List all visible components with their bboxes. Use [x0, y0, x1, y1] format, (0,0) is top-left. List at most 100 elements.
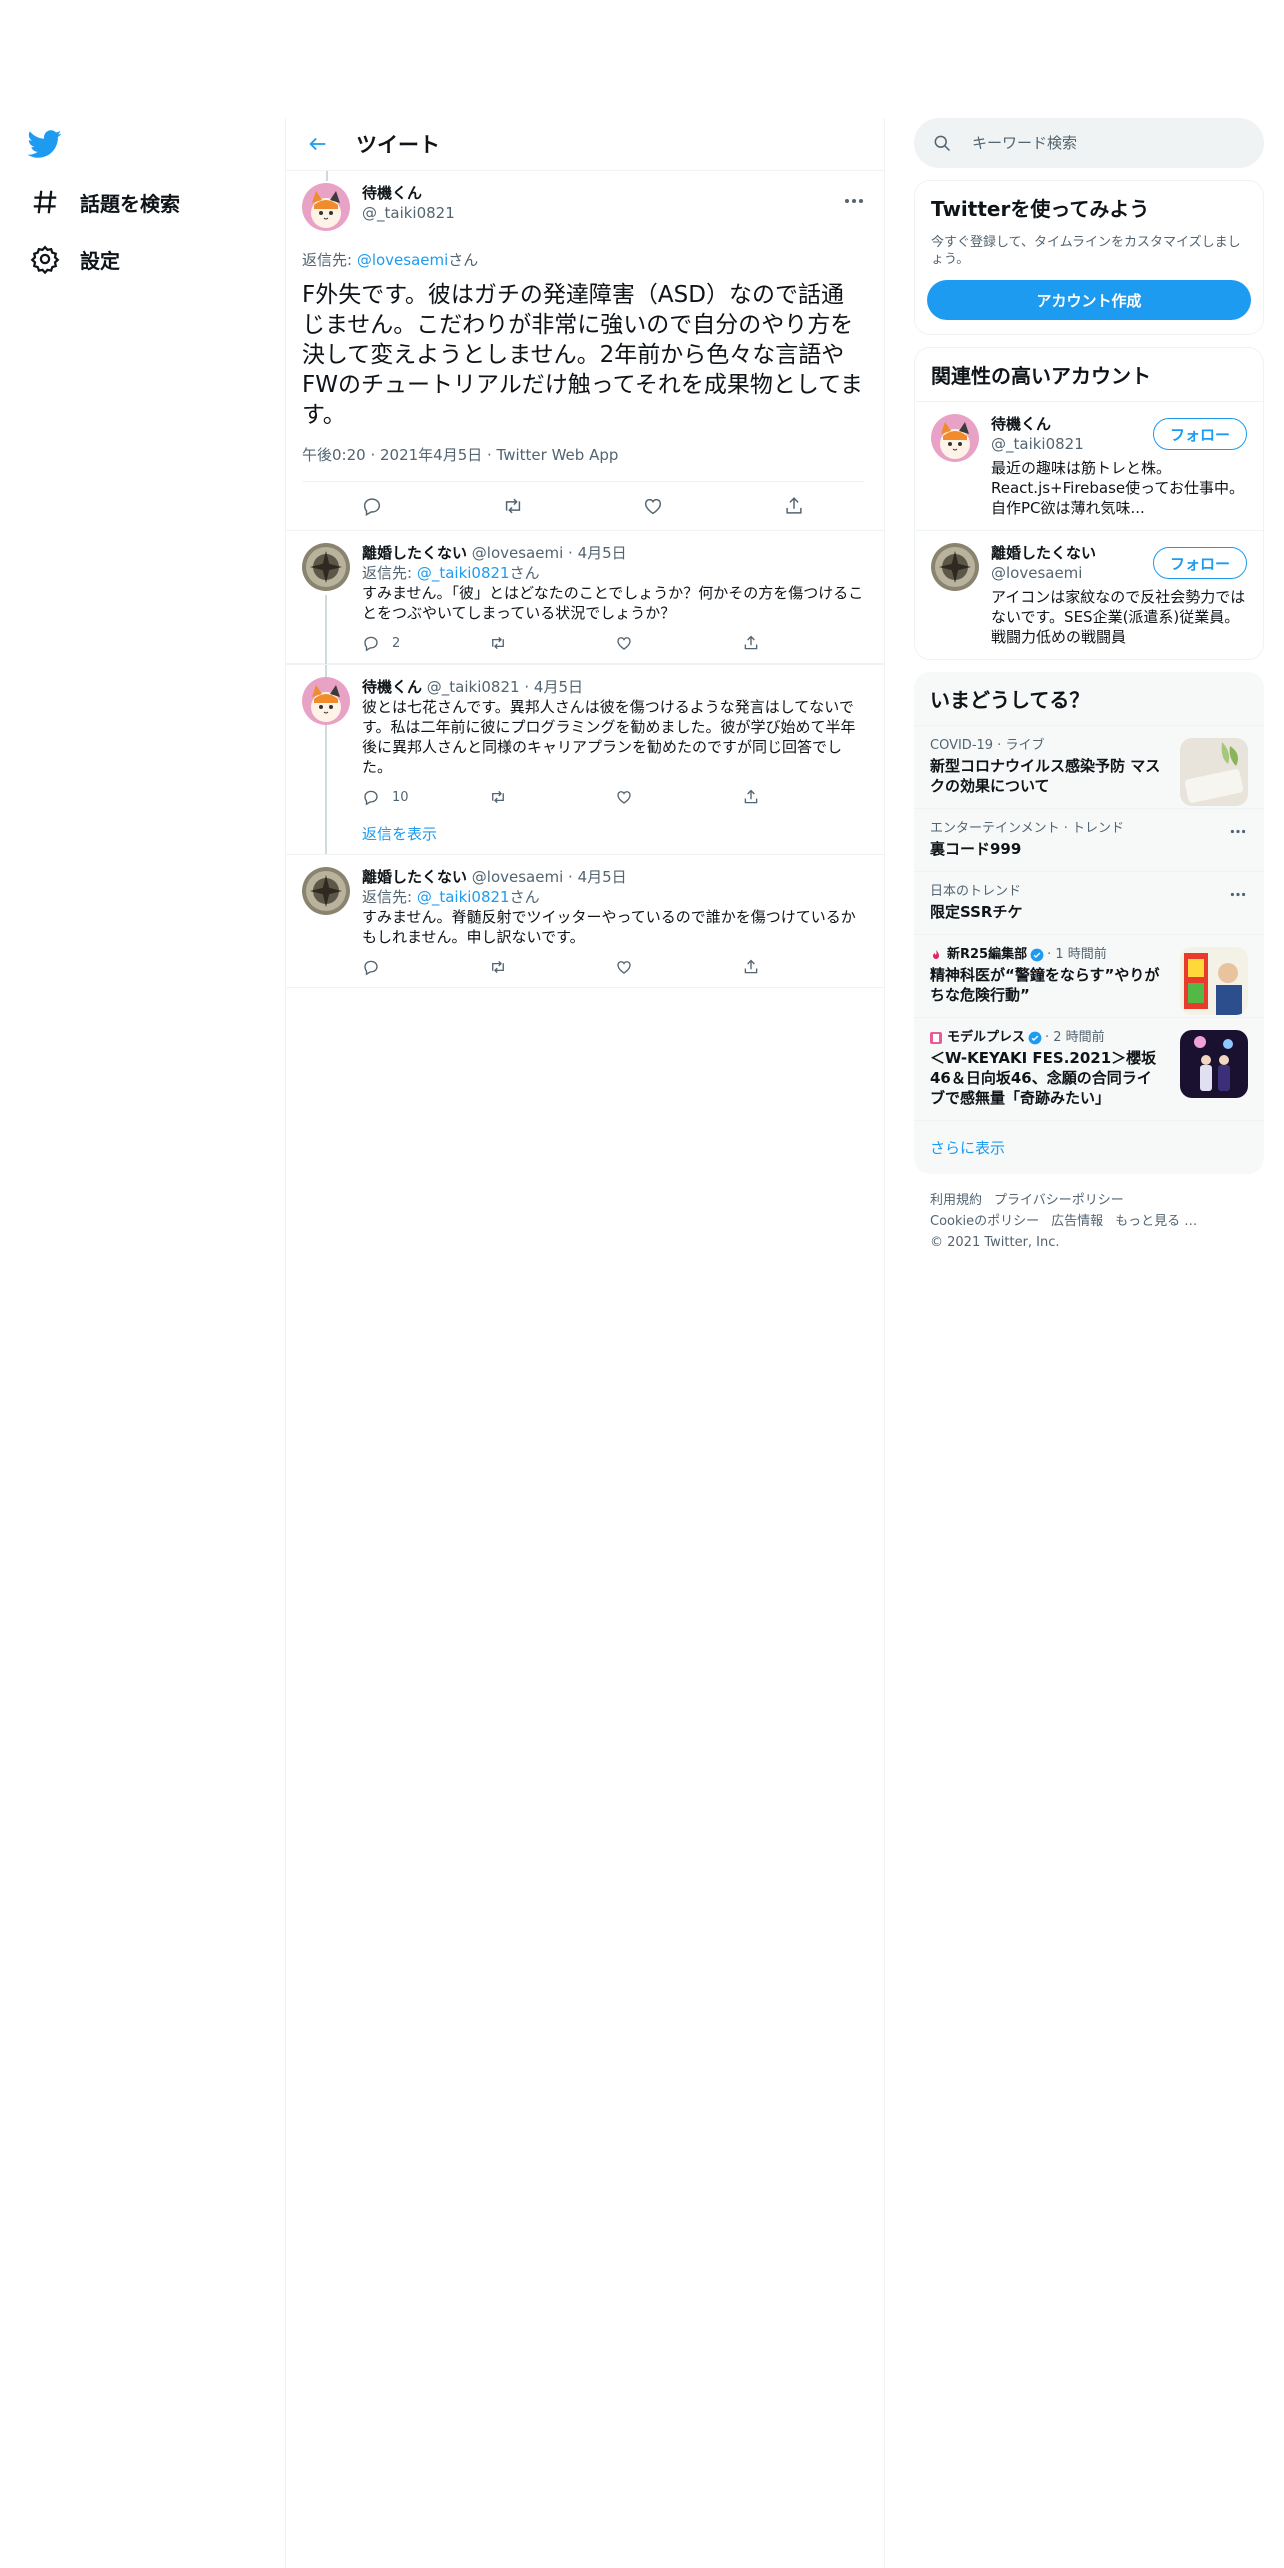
- modelpress-icon: [930, 1032, 942, 1044]
- avatar[interactable]: [302, 867, 350, 915]
- reply-to-suffix: さん: [509, 564, 540, 582]
- reply-to: 返信先: @_taiki0821さん: [362, 887, 864, 907]
- search-input[interactable]: [972, 134, 1212, 152]
- like-button[interactable]: [615, 788, 675, 806]
- twitter-logo-icon[interactable]: [28, 127, 64, 163]
- more-dots-icon: [1230, 829, 1246, 834]
- reply-icon: [362, 634, 380, 652]
- trend-thumbnail: [1180, 1030, 1248, 1098]
- join-subtitle: 今すぐ登録して、タイムラインをカスタマイズしましょう。: [931, 235, 1241, 267]
- author-handle[interactable]: @_taiki0821: [427, 678, 520, 696]
- retweet-button[interactable]: [489, 634, 549, 652]
- tweet-date[interactable]: · 4月5日: [568, 544, 627, 562]
- show-more-link[interactable]: さらに表示: [914, 1120, 1264, 1174]
- retweet-button[interactable]: [502, 495, 524, 517]
- like-button[interactable]: [615, 634, 675, 652]
- avatar[interactable]: [302, 543, 350, 591]
- trend-item[interactable]: COVID-19 · ライブ 新型コロナウイルス感染予防 マスクの効果について: [914, 725, 1264, 808]
- trend-meta: エンターテインメント · トレンド: [930, 821, 1125, 836]
- footer-link-ads[interactable]: 広告情報: [1051, 1214, 1103, 1229]
- nav-explore[interactable]: 話題を検索: [30, 178, 180, 226]
- like-button[interactable]: [615, 958, 675, 976]
- account-bio: アイコンは家紋なので反社会勢力ではないです。SES企業(派遣系)従業員。戦闘力低…: [991, 588, 1246, 646]
- reply-to-link[interactable]: @_taiki0821: [417, 888, 510, 906]
- footer-link-terms[interactable]: 利用規約: [930, 1193, 982, 1208]
- author-name[interactable]: 待機くん: [362, 678, 422, 696]
- thread-line: [326, 171, 328, 181]
- tweet-text: 彼とは七花さんです。異邦人さんは彼を傷つけるような発言はしてないです。私は二年前…: [362, 698, 856, 776]
- relevant-title: 関連性の高いアカウント: [931, 364, 1151, 388]
- account-item[interactable]: 離婚したくない @lovesaemi アイコンは家紋なので反社会勢力ではないです…: [915, 530, 1263, 659]
- reply-to-prefix: 返信先:: [362, 888, 417, 906]
- share-button[interactable]: [742, 958, 802, 976]
- tweet-actions: 10: [362, 777, 802, 817]
- show-replies-link[interactable]: 返信を表示: [286, 817, 884, 855]
- retweet-icon: [489, 958, 507, 976]
- tweet-date[interactable]: · 4月5日: [568, 868, 627, 886]
- tweet-meta[interactable]: 午後0:20 · 2021年4月5日 · Twitter Web App: [302, 444, 864, 482]
- follow-button[interactable]: フォロー: [1152, 547, 1247, 579]
- footer-link-more[interactable]: もっと見る …: [1115, 1214, 1197, 1229]
- account-item[interactable]: 待機くん @_taiki0821 最近の趣味は筋トレと株。React.js+Fi…: [915, 401, 1263, 530]
- more-options-button[interactable]: [842, 191, 866, 211]
- trend-item[interactable]: エンターテインメント · トレンド 裏コード999: [914, 808, 1264, 871]
- trend-thumbnail: [1180, 738, 1248, 806]
- reply-to-prefix: 返信先:: [302, 251, 357, 269]
- follow-button[interactable]: フォロー: [1152, 418, 1247, 450]
- reply-button[interactable]: [361, 495, 383, 517]
- tweet-actions: 2: [362, 623, 802, 663]
- nav-settings[interactable]: 設定: [30, 235, 120, 283]
- reply-to-suffix: さん: [448, 251, 479, 269]
- footer-link-cookies[interactable]: Cookieのポリシー: [930, 1214, 1039, 1229]
- reply-to-link[interactable]: @_taiki0821: [417, 564, 510, 582]
- trends-card: いまどうしてる？ COVID-19 · ライブ 新型コロナウイルス感染予防 マス…: [914, 672, 1264, 1174]
- author-handle[interactable]: @lovesaemi: [472, 868, 563, 886]
- more-options-button[interactable]: [1228, 821, 1248, 841]
- create-account-button[interactable]: アカウント作成: [927, 280, 1251, 320]
- reply-icon: [362, 788, 380, 806]
- avatar[interactable]: [931, 543, 979, 591]
- author-name[interactable]: 離婚したくない: [362, 868, 467, 886]
- trend-item[interactable]: モデルプレス · 2 時間前 ＜W-KEYAKI FES.2021＞櫻坂46＆日向…: [914, 1017, 1264, 1120]
- reply-icon: [361, 495, 383, 517]
- avatar[interactable]: [931, 414, 979, 462]
- heart-icon: [615, 788, 633, 806]
- trend-item[interactable]: 新R25編集部 · 1 時間前 精神科医が“警鐘をならす”やりがちな危険行動”: [914, 934, 1264, 1017]
- tweet-date[interactable]: · 4月5日: [524, 678, 583, 696]
- join-card: Twitterを使ってみよう 今すぐ登録して、タイムラインをカスタマイズしましょ…: [914, 180, 1264, 335]
- author-name[interactable]: 離婚したくない: [362, 544, 467, 562]
- nav-explore-label: 話題を検索: [80, 191, 180, 216]
- retweet-icon: [502, 495, 524, 517]
- avatar[interactable]: [302, 677, 350, 725]
- author-name[interactable]: 待機くん: [362, 183, 455, 203]
- retweet-icon: [489, 788, 507, 806]
- reply-button[interactable]: 10: [362, 788, 422, 806]
- tweet-text: すみません。脊髄反射でツイッターやっているので誰かを傷つけているかもしれません。…: [362, 908, 856, 946]
- like-button[interactable]: [642, 495, 664, 517]
- more-dots-icon: [1230, 892, 1246, 897]
- page-title: ツイート: [356, 133, 440, 157]
- heart-icon: [642, 495, 664, 517]
- retweet-button[interactable]: [489, 958, 549, 976]
- footer-link-privacy[interactable]: プライバシーポリシー: [994, 1193, 1124, 1208]
- reply-tweet: 離婚したくない @lovesaemi · 4月5日 返信先: @_taiki08…: [286, 855, 884, 988]
- author-handle[interactable]: @_taiki0821: [362, 203, 455, 223]
- search-box[interactable]: [914, 118, 1264, 168]
- share-button[interactable]: [742, 788, 802, 806]
- back-button[interactable]: [298, 124, 338, 164]
- more-options-button[interactable]: [1228, 884, 1248, 904]
- retweet-icon: [489, 634, 507, 652]
- relevant-accounts-card: 関連性の高いアカウント 待機くん @_taiki0821 最近の趣味は筋トレと株…: [914, 347, 1264, 660]
- reply-button[interactable]: 2: [362, 634, 422, 652]
- reply-button[interactable]: [362, 958, 422, 976]
- main-header: ツイート: [286, 118, 884, 171]
- author-handle[interactable]: @lovesaemi: [472, 544, 563, 562]
- share-button[interactable]: [742, 634, 802, 652]
- avatar[interactable]: [302, 183, 350, 231]
- share-button[interactable]: [783, 495, 805, 517]
- trend-source: モデルプレス: [947, 1030, 1026, 1045]
- reply-to-link[interactable]: @lovesaemi: [357, 251, 448, 269]
- retweet-button[interactable]: [489, 788, 549, 806]
- more-dots-icon: [844, 198, 864, 204]
- trend-item[interactable]: 日本のトレンド 限定SSRチケ: [914, 871, 1264, 934]
